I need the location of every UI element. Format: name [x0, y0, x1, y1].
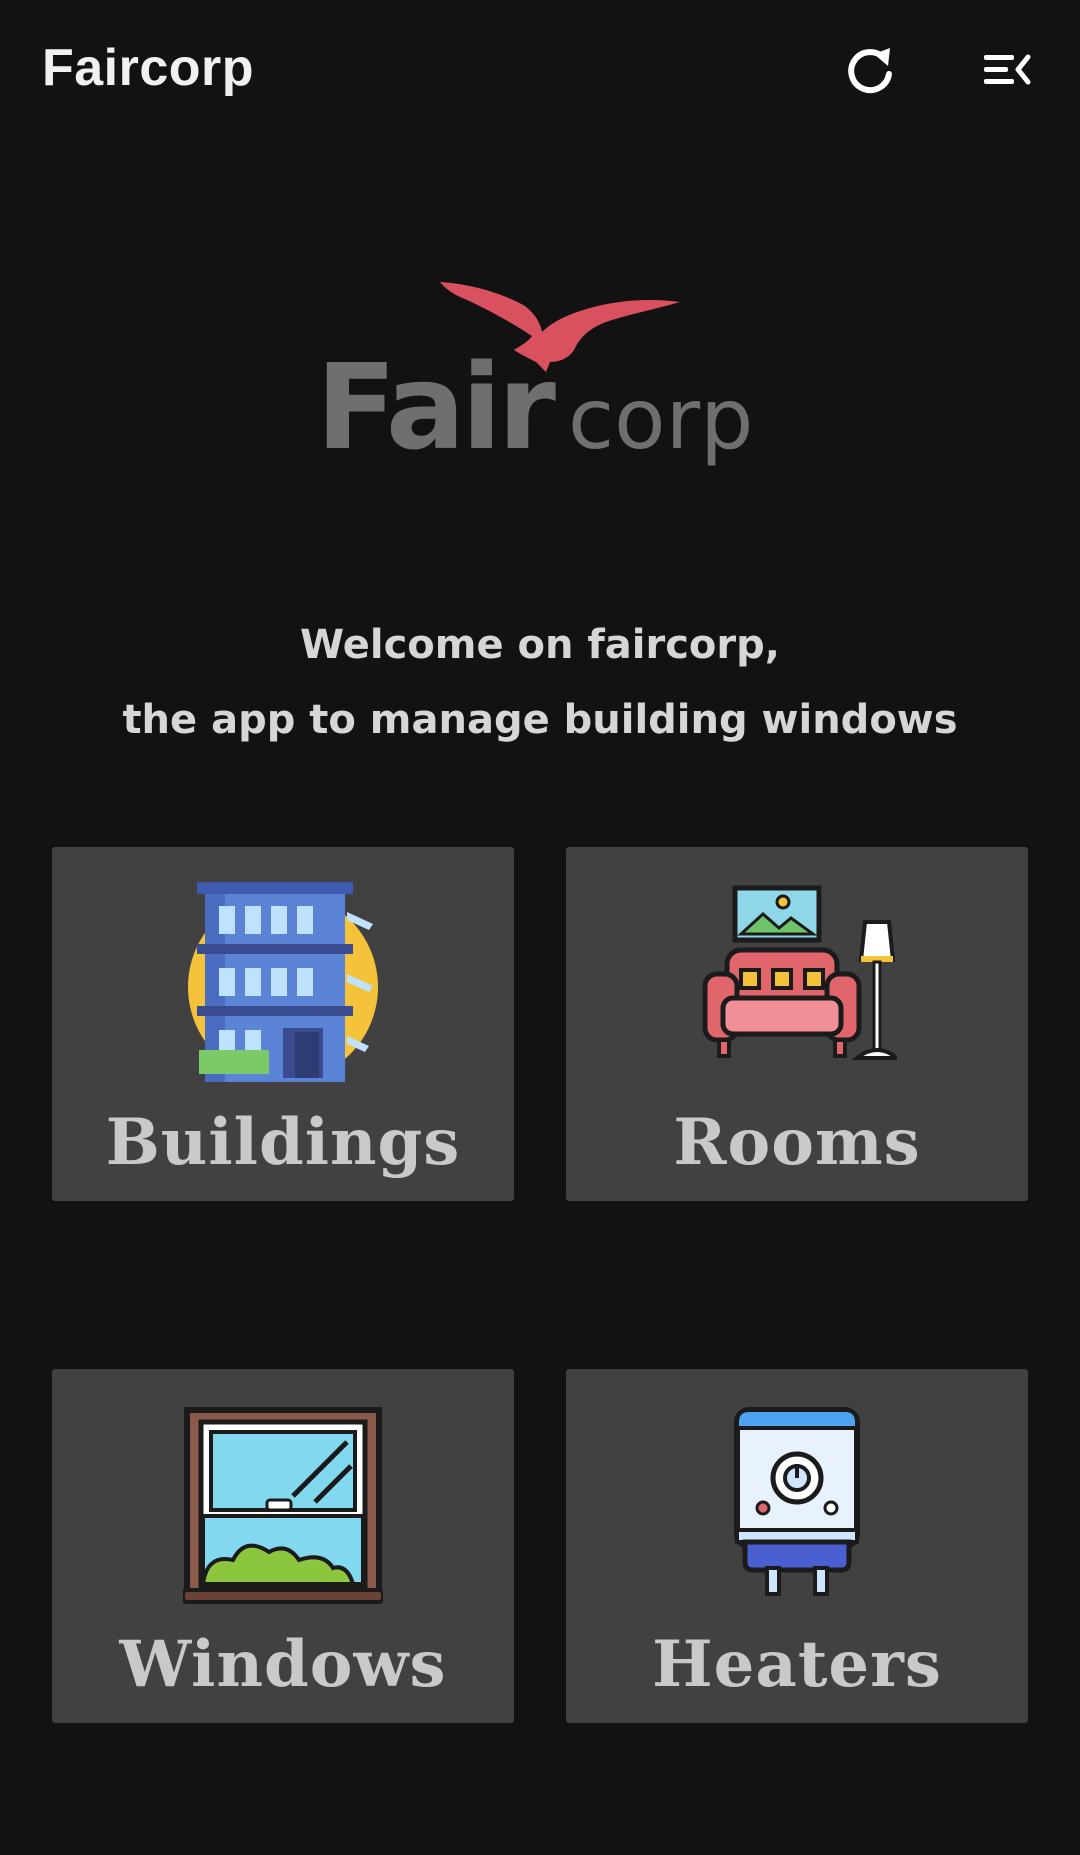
faircorp-logo: Fair corp	[316, 282, 753, 470]
welcome-line-1: Welcome on faircorp,	[300, 622, 780, 668]
windows-tile[interactable]: Windows	[52, 1369, 514, 1723]
windows-label: Windows	[119, 1627, 447, 1702]
app-bar: Faircorp	[0, 0, 1080, 150]
heaters-label: Heaters	[652, 1627, 942, 1702]
buildings-label: Buildings	[105, 1105, 461, 1180]
sofa-icon	[702, 885, 897, 1060]
logo-text-bold: Fair	[316, 338, 556, 470]
rooms-tile[interactable]: Rooms	[566, 847, 1028, 1201]
menu-open-icon	[984, 54, 1031, 85]
heater-icon	[734, 1407, 860, 1596]
welcome-line-2: the app to manage building windows	[122, 697, 958, 743]
logo-text-light: corp	[568, 370, 753, 468]
welcome-message: Welcome on faircorp, the app to manage b…	[0, 608, 1080, 758]
heaters-tile[interactable]: Heaters	[566, 1369, 1028, 1723]
building-icon	[188, 882, 378, 1082]
app-title: Faircorp	[42, 39, 255, 97]
buildings-tile[interactable]: Buildings	[52, 847, 514, 1201]
refresh-icon	[848, 48, 892, 94]
window-icon	[183, 1407, 383, 1604]
rooms-label: Rooms	[673, 1105, 921, 1180]
menu-button[interactable]	[974, 38, 1038, 102]
refresh-button[interactable]	[838, 38, 902, 102]
